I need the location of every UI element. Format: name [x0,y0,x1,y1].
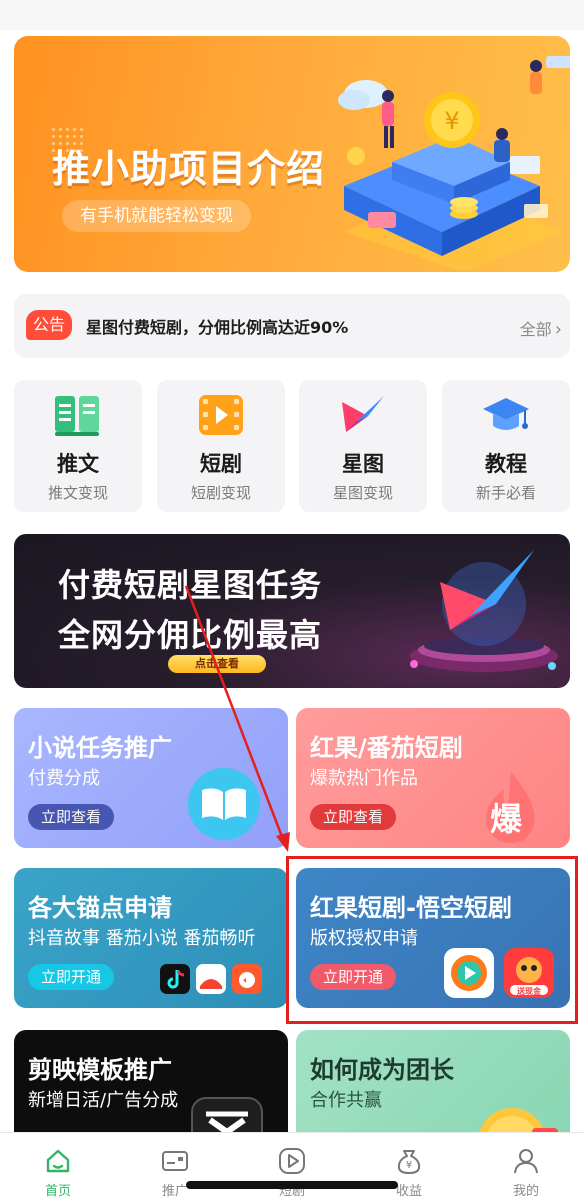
category-xingtu[interactable]: 星图 星图变现 [299,380,427,512]
category-title: 教程 [485,452,527,476]
category-tuiwen[interactable]: 推文 推文变现 [14,380,142,512]
card-title: 剪映模板推广 [28,1056,172,1084]
category-grid: 推文 推文变现 短剧 短剧变现 星图 星图变现 教程 新手必看 [14,380,570,512]
tab-label: 我的 [512,1184,539,1199]
card-subtitle: 爆款热门作品 [310,768,418,789]
tab-shortdrama[interactable]: 短剧 [234,1133,350,1200]
view-all-label: 全部 [519,320,552,339]
graduation-cap-icon [483,398,529,430]
category-subtitle: 星图变现 [332,484,393,502]
bottom-tab-bar: 首页 推广 短剧 ¥ 收益 我的 [0,1132,584,1200]
user-icon [514,1149,538,1174]
banner-view-button[interactable]: 点击查看 [168,655,266,673]
hot-badge: 爆 [490,800,523,838]
view-all-link[interactable]: 全部 › [520,316,562,340]
tab-mine[interactable]: 我的 [468,1133,584,1200]
category-subtitle: 新手必看 [475,484,536,502]
category-subtitle: 推文变现 [47,484,108,502]
banner-line2: 全网分佣比例最高 [58,616,323,654]
view-now-button[interactable]: 立即查看 [310,804,397,830]
svg-text:¥: ¥ [444,107,459,135]
novel-promotion-card[interactable]: 小说任务推广 付费分成 立即查看 [14,708,288,848]
category-duanju[interactable]: 短剧 短剧变现 [157,380,285,512]
money-bag-icon: ¥ [397,1150,421,1174]
announcement-bar[interactable]: 公告 星图付费短剧，分佣比例高达近90% 全部 › [14,294,570,358]
xingtu-task-banner[interactable]: 付费短剧星图任务 全网分佣比例最高 点击查看 [14,534,570,688]
home-icon [46,1149,70,1173]
banner-line1: 付费短剧星图任务 [58,566,323,604]
category-title: 短剧 [200,452,242,476]
hero-subtitle: 有手机就能轻松变现 [62,200,251,232]
hero-title: 推小助项目介绍 [52,147,326,191]
announcement-text[interactable]: 星图付费短剧，分佣比例高达近90% [86,314,348,338]
open-now-button[interactable]: 立即开通 [28,964,115,990]
tab-promote[interactable]: 推广 [117,1133,233,1200]
category-jiaocheng[interactable]: 教程 新手必看 [442,380,570,512]
book-icon [55,396,99,436]
card-subtitle: 付费分成 [28,768,100,789]
anchor-apply-card[interactable]: 各大锚点申请 抖音故事 番茄小说 番茄畅听 立即开通 [14,868,288,1008]
card-icon [162,1151,188,1171]
svg-text:¥: ¥ [406,1160,412,1171]
home-indicator [186,1181,398,1189]
film-icon [199,395,243,435]
xingtu-stage-icon [410,550,558,672]
play-icon [279,1148,305,1174]
tab-earnings[interactable]: ¥ 收益 [351,1133,467,1200]
highlight-annotation-box [286,856,578,1024]
card-title: 小说任务推广 [28,734,172,762]
fanqie-listen-icon [232,964,262,994]
card-subtitle: 新增日活/广告分成 [28,1090,179,1111]
card-title: 红果/番茄短剧 [310,734,463,762]
isometric-illustration-icon: ¥ [338,56,570,272]
project-intro-banner[interactable]: 推小助项目介绍 有手机就能轻松变现 ¥ [14,36,570,272]
card-title: 如何成为团长 [310,1056,454,1084]
card-subtitle: 合作共赢 [310,1090,382,1111]
tab-label: 首页 [44,1184,71,1199]
category-title: 推文 [57,452,99,476]
category-subtitle: 短剧变现 [190,484,251,502]
card-title: 各大锚点申请 [28,894,172,922]
view-now-button[interactable]: 立即查看 [28,804,115,830]
hongguo-fanqie-card[interactable]: 红果/番茄短剧 爆款热门作品 立即查看 爆 [296,708,570,848]
category-title: 星图 [342,452,384,476]
card-subtitle: 抖音故事 番茄小说 番茄畅听 [28,928,256,949]
fanqie-novel-icon [196,964,226,994]
announcement-tag: 公告 [26,310,72,340]
open-book-icon [188,768,260,840]
chevron-right-icon: › [554,319,562,340]
status-bar-area [0,0,584,30]
douyin-icon [160,964,190,994]
tab-home[interactable]: 首页 [0,1133,116,1200]
xingtu-logo-icon [342,396,384,432]
